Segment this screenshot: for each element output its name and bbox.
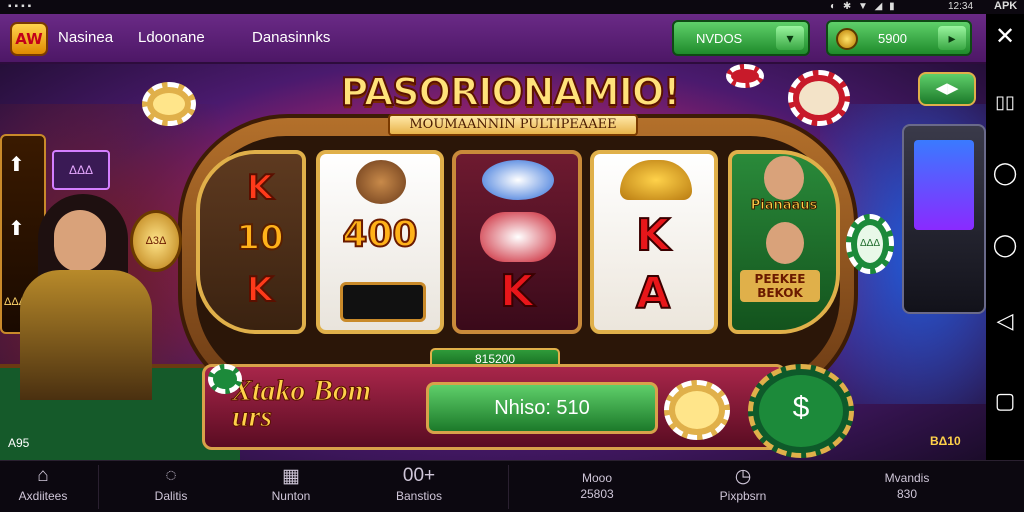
reel-2-bottom-symbol — [340, 282, 426, 322]
chip-panel — [664, 380, 730, 440]
game-stage: ⬆ ⬆ ΔΔΔ ΔΔΔ A95 PASORIONAMIO! MOUMAANNIN… — [0, 64, 986, 460]
chip-top-right — [788, 70, 850, 126]
coin-icon — [836, 28, 858, 50]
reel-1-symbol-top: K — [246, 167, 274, 209]
arrow-up-icon[interactable]: ⬆ — [8, 152, 25, 177]
chevron-right-icon[interactable]: ▸ — [938, 26, 966, 50]
bonus-title: Xtako Bom urs — [232, 374, 372, 433]
game-title: PASORIONAMIO! — [340, 69, 682, 115]
grid-icon: ▦ — [282, 466, 300, 487]
square-icon[interactable]: ▢ — [986, 388, 1024, 414]
status-icons-right: ◐ ✱ ▼ ◢ ▮ — [830, 1, 897, 12]
balance-pill[interactable]: 5900 ▸ — [826, 20, 972, 56]
bottom-nav-dalitis[interactable]: ◌ Dalitis — [134, 461, 208, 512]
table-left-label: A95 — [8, 436, 30, 450]
bottom-nav-axdiitees[interactable]: ⌂ Axdiitees — [6, 461, 80, 512]
app-logo[interactable]: AW — [10, 22, 48, 56]
circle-icon[interactable]: ◯ — [986, 160, 1024, 186]
reel-1-symbol-bottom: K — [246, 269, 274, 311]
hat-symbol — [482, 160, 554, 200]
reel-5-label-bottom: PEEKEE BEKOK — [740, 270, 820, 302]
game-subtitle: MOUMAANNIN PULTIPEAAEE — [388, 114, 638, 136]
neon-sign: ΔΔΔ — [52, 150, 110, 190]
apk-label: APK — [994, 0, 1018, 12]
food-symbol — [356, 160, 406, 204]
coin-left: Δ3Δ — [130, 210, 182, 272]
nav-item-danasinnks[interactable]: Danasinnks — [252, 29, 330, 46]
home-icon: ⌂ — [37, 465, 49, 486]
bottom-nav-mvandis[interactable]: Mvandis 830 — [870, 461, 944, 512]
reel-4-letter-top: K — [635, 209, 671, 262]
reel-1-symbol-mid: 10 — [235, 217, 284, 259]
character-portrait-1 — [764, 156, 804, 200]
status-icons-left: ▪▪▪▪ — [8, 1, 35, 12]
nvdos-label: NVDOS — [696, 31, 743, 46]
bottom-nav-banstios[interactable]: 00+ Banstios — [382, 461, 456, 512]
bottom-nav-mooo[interactable]: Mooo 25803 — [560, 461, 634, 512]
nvdos-pill[interactable]: NVDOS ▾ — [672, 20, 810, 56]
reel-2-value: 400 — [341, 213, 418, 256]
android-nav-bar: ✕ ▯▯ ◯ ◯ ◁ ▢ — [986, 14, 1024, 460]
dollar-chip[interactable]: $ — [748, 364, 854, 458]
reel-5-label-top: Pianaaus — [750, 198, 818, 214]
game-icon: 00+ — [402, 465, 436, 486]
reel-4-letter-bottom: A — [635, 267, 671, 320]
back-icon[interactable]: ◁ — [986, 308, 1024, 334]
ribbon-symbol — [480, 212, 556, 262]
bottom-nav: ⌂ Axdiitees ◌ Dalitis ▦ Nunton 00+ Banst… — [0, 460, 1024, 512]
bottom-nav-pixpbsrn[interactable]: ◷ Pixpbsrn — [706, 461, 780, 512]
status-time: 12:34 — [948, 1, 974, 12]
win-display[interactable]: Nhiso: 510 — [426, 382, 658, 434]
gift-icon: ◌ — [165, 465, 177, 486]
nav-item-ldoonane[interactable]: Ldoonane — [138, 29, 205, 46]
recents-icon[interactable]: ▯▯ — [986, 92, 1024, 113]
chip-right: ΔΔΔ — [846, 214, 894, 274]
right-bottom-label: BΔ10 — [930, 434, 961, 448]
chip-panel-left — [208, 364, 242, 394]
clock-icon: ◷ — [734, 466, 752, 487]
app-screen: ▪▪▪▪ ◐ ✱ ▼ ◢ ▮ 12:34 APK AW Nasinea Ldoo… — [0, 0, 1024, 512]
balance-label: 5900 — [878, 31, 907, 46]
card-toggle-button[interactable]: ◀▶ — [918, 72, 976, 106]
nav-item-nasinea[interactable]: Nasinea — [58, 29, 113, 46]
top-nav: AW Nasinea Ldoonane Danasinnks NVDOS ▾ 5… — [0, 14, 986, 64]
chip-top-left — [142, 82, 196, 126]
status-bar: ▪▪▪▪ ◐ ✱ ▼ ◢ ▮ 12:34 APK — [0, 0, 1024, 14]
close-icon[interactable]: ✕ — [986, 22, 1024, 51]
bottom-nav-nunton[interactable]: ▦ Nunton — [254, 461, 328, 512]
character-portrait-2 — [766, 222, 804, 264]
chevron-right-icon[interactable]: ▾ — [776, 26, 804, 50]
chip-top-small — [726, 64, 764, 88]
reel-3-letter: K — [499, 265, 535, 318]
background-slot-machine — [902, 124, 986, 314]
home-circle-icon[interactable]: ◯ — [986, 232, 1024, 258]
